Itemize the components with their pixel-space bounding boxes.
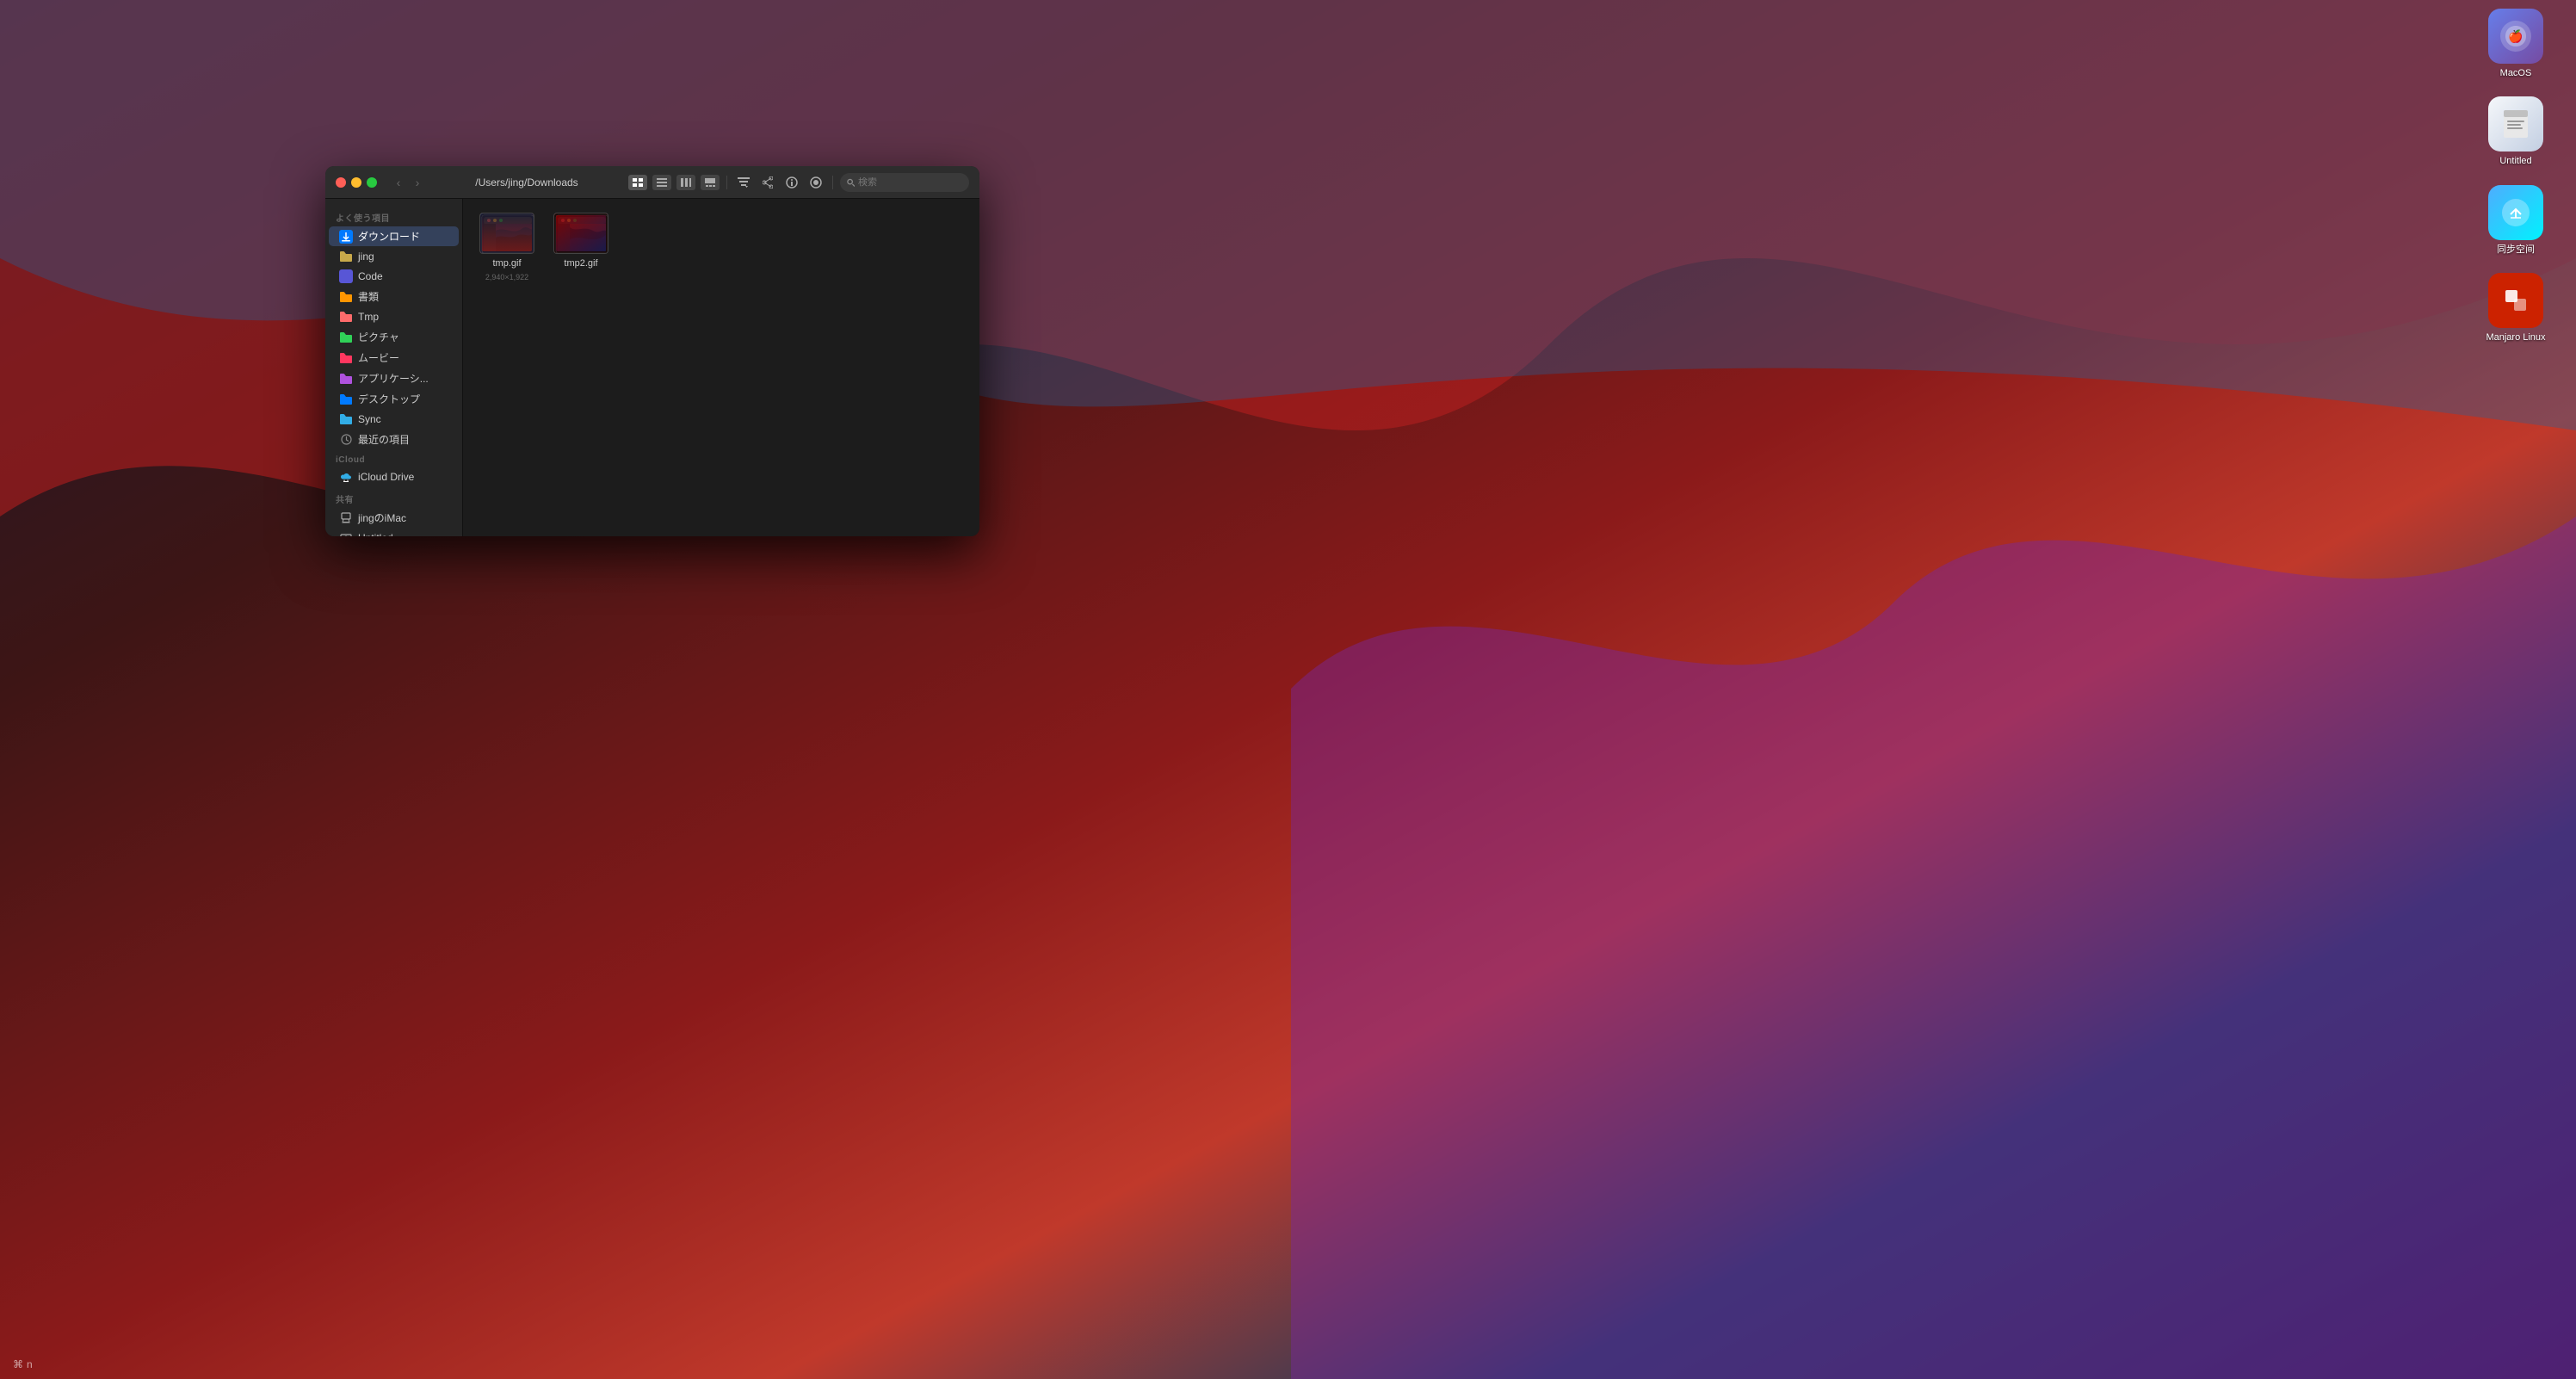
back-arrow[interactable]: ‹ [391, 175, 406, 190]
tmp2-gif-name: tmp2.gif [564, 257, 597, 269]
movies-icon [339, 351, 353, 365]
sidebar: よく使う項目 ダウンロード [325, 199, 463, 536]
hotkey-key: n [27, 1358, 33, 1370]
tmp-icon [339, 310, 353, 324]
desktop: 🍎 MacOS Untitled [0, 0, 2576, 1379]
file-grid: tmp.gif 2,940×1,922 [477, 213, 966, 281]
tag-button[interactable] [806, 175, 825, 190]
navigation-arrows: ‹ › [391, 175, 425, 190]
list-view-button[interactable] [652, 175, 671, 190]
desktop-icon-untitled[interactable]: Untitled [2481, 96, 2550, 167]
sidebar-item-icloud-drive[interactable]: iCloud Drive [329, 467, 459, 486]
tmp2-gif-thumbnail [553, 213, 608, 254]
sidebar-item-tmp[interactable]: Tmp [329, 307, 459, 326]
sidebar-item-jing[interactable]: jing [329, 247, 459, 266]
sidebar-item-untitled-volume[interactable]: Untitled [329, 529, 459, 536]
toolbar-right [628, 173, 969, 192]
action-button[interactable] [782, 175, 801, 190]
desktop-icon [339, 393, 353, 406]
forward-arrow[interactable]: › [410, 175, 425, 190]
sidebar-item-recent[interactable]: 最近の項目 [329, 430, 459, 449]
recent-label: 最近の項目 [358, 432, 410, 447]
maximize-button[interactable] [367, 177, 377, 188]
close-button[interactable] [336, 177, 346, 188]
path-display: /Users/jing/Downloads [432, 176, 621, 189]
hotkey-symbol: ⌘ [13, 1358, 23, 1370]
tmp-gif-name: tmp.gif [492, 257, 521, 269]
sidebar-item-sync[interactable]: Sync [329, 410, 459, 429]
desktop-icon-icloud-sync[interactable]: 同步空间 [2481, 185, 2550, 256]
sidebar-item-mac[interactable]: jingのiMac [329, 508, 459, 528]
sync-icon [339, 412, 353, 426]
apps-icon [339, 372, 353, 386]
desktop-icon-parallels[interactable]: Manjaro Linux [2481, 273, 2550, 343]
current-path: /Users/jing/Downloads [475, 176, 578, 189]
icloud-drive-icon [339, 470, 353, 484]
apps-label: アプリケーシ... [358, 371, 429, 386]
books-icon [339, 290, 353, 304]
downloads-icon [339, 230, 353, 244]
recent-icon [339, 433, 353, 447]
minimize-button[interactable] [351, 177, 361, 188]
sort-button[interactable] [734, 175, 753, 190]
sidebar-item-code[interactable]: Code [329, 267, 459, 286]
mac-icon [339, 511, 353, 525]
pictures-label: ピクチャ [358, 330, 399, 344]
separator-1 [726, 176, 727, 189]
pictures-icon [339, 331, 353, 344]
gallery-view-button[interactable] [701, 175, 720, 190]
untitled-volume-label: Untitled [358, 532, 393, 536]
sidebar-item-movies[interactable]: ムービー [329, 348, 459, 368]
sidebar-item-pictures[interactable]: ピクチャ [329, 327, 459, 347]
mac-label: jingのiMac [358, 510, 406, 525]
finder-main: よく使う項目 ダウンロード [325, 199, 979, 536]
parallels-label: Manjaro Linux [2486, 331, 2545, 343]
favorites-label: よく使う項目 [325, 206, 462, 226]
title-bar: ‹ › /Users/jing/Downloads [325, 166, 979, 199]
hotkey-indicator: ⌘ n [13, 1358, 33, 1370]
icloud-sync-icon-img [2488, 185, 2543, 240]
sidebar-item-apps[interactable]: アプリケーシ... [329, 368, 459, 388]
separator-2 [832, 176, 833, 189]
desktop-icons-container: 🍎 MacOS Untitled [2481, 9, 2550, 343]
icloud-label: iCloud [325, 450, 462, 467]
share-button[interactable] [758, 175, 777, 190]
tmp-gif-meta: 2,940×1,922 [485, 273, 528, 281]
desktop-label: デスクトップ [358, 392, 420, 406]
code-icon [339, 269, 353, 283]
desktop-icon-macos[interactable]: 🍎 MacOS [2481, 9, 2550, 79]
tmp-label: Tmp [358, 311, 379, 323]
sync-label: Sync [358, 413, 381, 425]
parallels-icon-img [2488, 273, 2543, 328]
column-view-button[interactable] [676, 175, 695, 190]
svg-text:🍎: 🍎 [2508, 28, 2523, 44]
jing-icon [339, 250, 353, 263]
icloud-sync-label: 同步空间 [2497, 244, 2535, 256]
search-icon [847, 178, 855, 187]
shared-label: 共有 [325, 487, 462, 507]
icon-view-button[interactable] [628, 175, 647, 190]
untitled-icon-img [2488, 96, 2543, 152]
macos-label: MacOS [2500, 67, 2532, 79]
finder-window: ‹ › /Users/jing/Downloads [325, 166, 979, 536]
tmp-gif-thumbnail [479, 213, 534, 254]
movies-label: ムービー [358, 350, 399, 365]
file-item-tmp-gif[interactable]: tmp.gif 2,940×1,922 [477, 213, 537, 281]
file-area[interactable]: tmp.gif 2,940×1,922 [463, 199, 979, 536]
untitled-label: Untitled [2499, 155, 2531, 167]
code-label: Code [358, 270, 383, 282]
file-item-tmp2-gif[interactable]: tmp2.gif [551, 213, 611, 281]
icloud-drive-label: iCloud Drive [358, 471, 414, 483]
sidebar-item-desktop[interactable]: デスクトップ [329, 389, 459, 409]
downloads-label: ダウンロード [358, 229, 420, 244]
sidebar-item-downloads[interactable]: ダウンロード [329, 226, 459, 246]
search-box[interactable] [840, 173, 969, 192]
traffic-lights [336, 177, 377, 188]
search-input[interactable] [858, 177, 962, 188]
macos-icon-img: 🍎 [2488, 9, 2543, 64]
jing-label: jing [358, 250, 374, 263]
books-label: 書類 [358, 289, 379, 304]
untitled-volume-icon [339, 531, 353, 536]
sidebar-item-books[interactable]: 書類 [329, 287, 459, 306]
